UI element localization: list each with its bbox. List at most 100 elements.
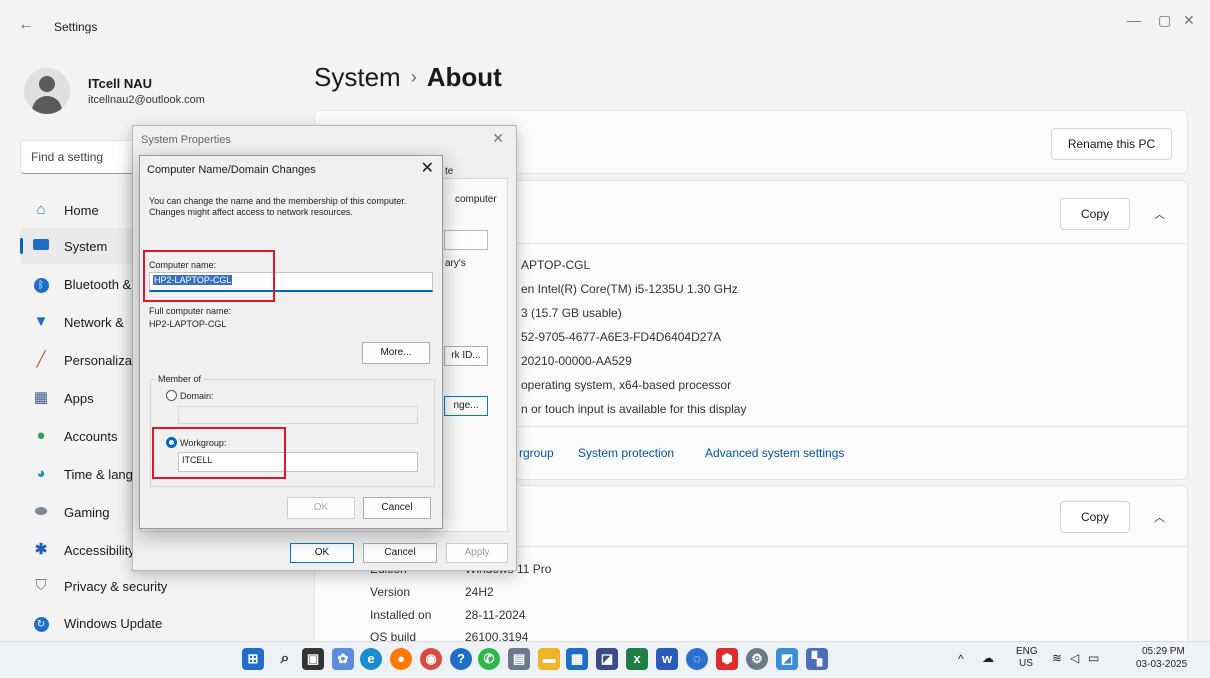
system-type-value: operating system, x64-based processor	[521, 378, 732, 392]
more-button[interactable]: More...	[362, 342, 430, 364]
browser-icon[interactable]: ◌	[686, 648, 708, 670]
chevron-up-icon[interactable]: ︿	[1154, 206, 1165, 222]
region-indicator[interactable]: US	[1019, 658, 1033, 669]
app-icon[interactable]: ⬢	[716, 648, 738, 670]
highlight-box-workgroup	[152, 427, 286, 479]
brush-icon: ╱	[36, 351, 46, 368]
excel-icon[interactable]: x	[626, 648, 648, 670]
calculator-icon[interactable]: ▤	[508, 648, 530, 670]
apps-icon: ▦	[33, 389, 49, 406]
bluetooth-icon: ᛒ	[32, 275, 50, 293]
cloud-icon[interactable]: ☁	[982, 651, 994, 665]
firefox-icon[interactable]: ●	[390, 648, 412, 670]
sysprop-ok-button[interactable]: OK	[290, 543, 354, 563]
store-icon[interactable]: ▦	[566, 648, 588, 670]
close-icon[interactable]: ✕	[421, 158, 434, 178]
link-advanced-system-settings[interactable]: Advanced system settings	[705, 446, 844, 460]
language-indicator[interactable]: ENG	[1016, 646, 1038, 657]
wifi-icon[interactable]: ≋	[1052, 651, 1062, 665]
sidebar-item-windows-update[interactable]: ↻ Windows Update	[20, 605, 280, 641]
domain-label: Domain:	[180, 391, 214, 401]
profile-email: itcellnau2@outlook.com	[88, 94, 205, 106]
sidebar-item-label: Home	[64, 203, 99, 218]
home-icon: ⌂	[36, 201, 46, 218]
sidebar-item-label: System	[64, 239, 108, 254]
installed-on-value: 28-11-2024	[465, 608, 526, 622]
settings-icon[interactable]: ⚙	[746, 648, 768, 670]
start-icon[interactable]: ⊞	[242, 648, 264, 670]
word-icon[interactable]: w	[656, 648, 678, 670]
version-label: Version	[370, 585, 411, 599]
chevron-up-icon[interactable]: ^	[958, 652, 964, 666]
member-of-label: Member of	[156, 374, 204, 384]
photos-icon[interactable]: ◩	[776, 648, 798, 670]
link-workgroup[interactable]: rgroup	[519, 446, 554, 460]
remote-desktop-icon[interactable]: ▚	[806, 648, 828, 670]
window-title: Settings	[54, 20, 98, 34]
clock-date[interactable]: 03-03-2025	[1136, 659, 1187, 670]
pen-touch-value: n or touch input is available for this d…	[521, 402, 747, 416]
cancel-button[interactable]: Cancel	[363, 497, 431, 519]
sidebar-item-label: Accessibility	[64, 543, 135, 558]
help-icon[interactable]: ?	[450, 648, 472, 670]
page-title: About	[426, 62, 502, 92]
domain-field[interactable]	[178, 406, 418, 424]
close-window-button[interactable]: ✕	[1183, 12, 1195, 29]
battery-icon[interactable]: ▭	[1088, 651, 1099, 665]
full-computer-name-label: Full computer name:	[149, 306, 232, 316]
sidebar-item-privacy[interactable]: ⛉ Privacy & security	[20, 568, 280, 604]
chevron-up-icon[interactable]: ︿	[1154, 509, 1165, 525]
computer-name-dialog-title: Computer Name/Domain Changes	[147, 164, 316, 176]
workgroup-text-fragment: ary's	[445, 258, 466, 269]
sysprop-cancel-button[interactable]: Cancel	[363, 543, 437, 563]
shield-icon: ⛉	[35, 577, 47, 594]
sidebar-item-label: Network &	[64, 315, 124, 330]
sidebar-item-label: Privacy & security	[64, 579, 168, 594]
wifi-icon: ▼	[33, 313, 49, 330]
close-icon[interactable]: ✕	[492, 130, 504, 147]
change-button[interactable]: nge...	[444, 396, 488, 416]
search-icon[interactable]: ⌕	[274, 648, 296, 670]
dialog-description: You can change the name and the membersh…	[149, 196, 407, 217]
chrome-icon[interactable]: ◉	[420, 648, 442, 670]
maximize-button[interactable]: ▢	[1158, 12, 1171, 29]
description-fragment: computer	[455, 194, 497, 205]
snipping-icon[interactable]: ◪	[596, 648, 618, 670]
installed-on-label: Installed on	[370, 608, 432, 622]
product-id-value: 20210-00000-AA529	[521, 354, 632, 368]
link-system-protection[interactable]: System protection	[578, 446, 674, 460]
device-id-value: 52-9705-4677-A6E3-FD4D6404D27A	[521, 330, 722, 344]
sidebar-item-label: Accounts	[64, 429, 118, 444]
sidebar-item-label: Gaming	[64, 505, 110, 520]
device-name-value: APTOP-CGL	[521, 258, 591, 272]
title-bar: ← Settings — ▢ ✕	[0, 0, 1210, 48]
breadcrumb-parent[interactable]: System	[314, 62, 401, 92]
tab-label-fragment[interactable]: te	[445, 166, 453, 177]
back-arrow-icon[interactable]: ←	[18, 16, 34, 34]
display-icon	[32, 237, 50, 255]
sysprop-apply-button[interactable]: Apply	[446, 543, 508, 563]
task-view-icon[interactable]: ▣	[302, 648, 324, 670]
version-value: 24H2	[465, 585, 494, 599]
widgets-icon[interactable]: ✿	[332, 648, 354, 670]
system-properties-title: System Properties	[141, 134, 231, 146]
ram-value: 3 (15.7 GB usable)	[521, 306, 622, 320]
copy-windows-specs-button[interactable]: Copy	[1060, 501, 1130, 533]
ok-button[interactable]: OK	[287, 497, 355, 519]
rename-pc-button[interactable]: Rename this PC	[1051, 128, 1172, 160]
whatsapp-icon[interactable]: ✆	[478, 648, 500, 670]
update-icon: ↻	[32, 614, 50, 632]
clock-time[interactable]: 05:29 PM	[1142, 646, 1185, 657]
edge-icon[interactable]: e	[360, 648, 382, 670]
domain-radio[interactable]	[166, 390, 177, 401]
minimize-button[interactable]: —	[1127, 12, 1141, 28]
description-field-fragment[interactable]	[444, 230, 488, 250]
controller-icon: ⬬	[34, 503, 48, 520]
network-id-button[interactable]: rk ID...	[444, 346, 488, 366]
person-icon: ●	[36, 427, 46, 444]
copy-device-specs-button[interactable]: Copy	[1060, 198, 1130, 230]
taskbar: ⊞ ⌕ ▣ ✿ e ● ◉ ? ✆ ▤ ▬ ▦ ◪ x w ◌ ⬢ ⚙ ◩ ▚ …	[0, 641, 1210, 678]
breadcrumb-separator: ›	[410, 67, 417, 87]
volume-icon[interactable]: ◁	[1070, 651, 1079, 665]
file-explorer-icon[interactable]: ▬	[538, 648, 560, 670]
